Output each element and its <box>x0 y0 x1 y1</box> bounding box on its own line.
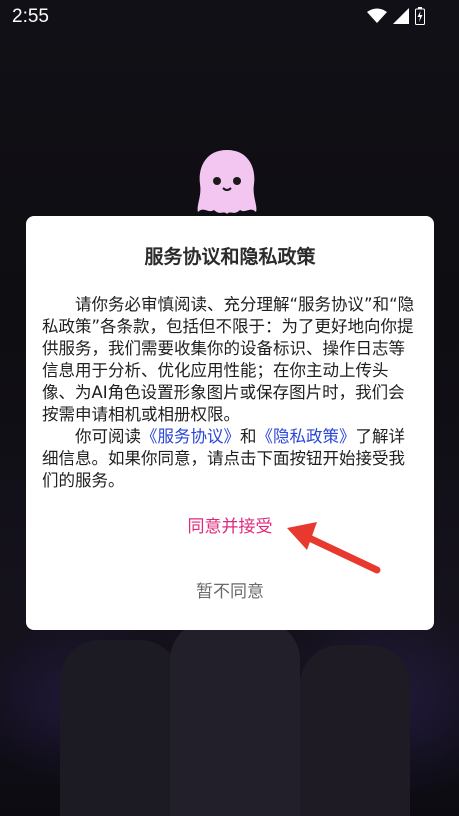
battery-icon <box>415 7 425 30</box>
status-bar: 2:55 <box>0 0 459 34</box>
paragraph-text: 你可阅读 <box>75 427 141 446</box>
status-time: 2:55 <box>12 6 49 27</box>
signal-icon <box>393 8 409 29</box>
dialog-title: 服务协议和隐私政策 <box>144 246 316 268</box>
service-agreement-link[interactable]: 《服务协议》 <box>141 427 240 446</box>
paragraph-text: 和 <box>240 427 257 446</box>
background-figure <box>300 645 410 816</box>
status-icons <box>367 7 425 30</box>
dialog-paragraph-2: 你可阅读《服务协议》和《隐私政策》了解详细信息。如果你同意，请点击下面按钮开始接… <box>42 426 418 492</box>
mascot-logo <box>194 148 260 218</box>
background-figure <box>170 620 300 816</box>
privacy-policy-link[interactable]: 《隐私政策》 <box>257 427 356 446</box>
background-figure <box>60 640 180 816</box>
red-arrow-icon <box>287 522 381 574</box>
dialog-paragraph-1: 请你务必审慎阅读、充分理解“服务协议”和“隐私政策”各条款，包括但不限于：为了更… <box>42 295 415 424</box>
dialog-body: 请你务必审慎阅读、充分理解“服务协议”和“隐私政策”各条款，包括但不限于：为了更… <box>42 294 418 492</box>
decline-button[interactable]: 暂不同意 <box>26 577 434 602</box>
wifi-icon <box>367 8 387 29</box>
